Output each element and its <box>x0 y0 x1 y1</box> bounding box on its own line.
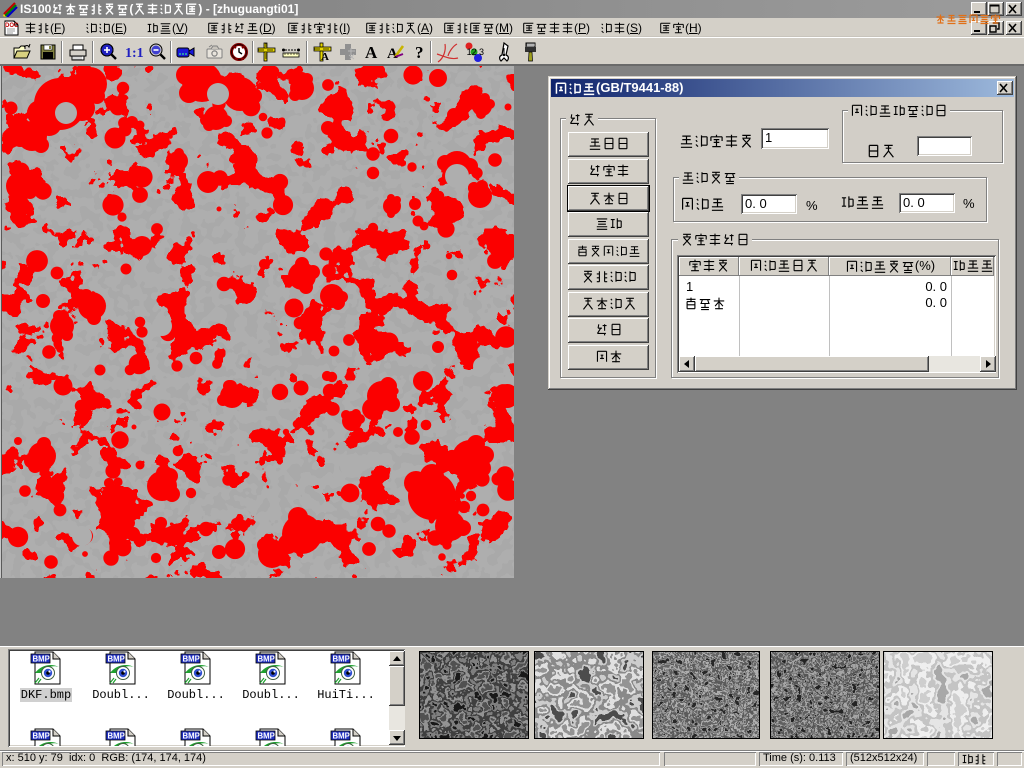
svg-text:BMP: BMP <box>33 655 50 664</box>
svg-text:1:1: 1:1 <box>125 46 144 61</box>
svg-text:BMP: BMP <box>333 655 350 664</box>
svg-text:?: ? <box>415 43 424 62</box>
svg-text:BMP: BMP <box>108 732 125 741</box>
svg-text:BMP: BMP <box>183 732 200 741</box>
svg-text:3: 3 <box>479 47 484 57</box>
svg-text:A: A <box>321 51 329 62</box>
svg-text:BMP: BMP <box>258 655 275 664</box>
svg-text:A: A <box>365 43 378 62</box>
svg-text:BMP: BMP <box>333 732 350 741</box>
svg-text:BMP: BMP <box>183 655 200 664</box>
svg-text:DOC: DOC <box>5 23 19 29</box>
svg-text:BMP: BMP <box>108 655 125 664</box>
svg-text:2: 2 <box>472 47 477 57</box>
svg-text:BMP: BMP <box>258 732 275 741</box>
svg-text:BMP: BMP <box>33 732 50 741</box>
